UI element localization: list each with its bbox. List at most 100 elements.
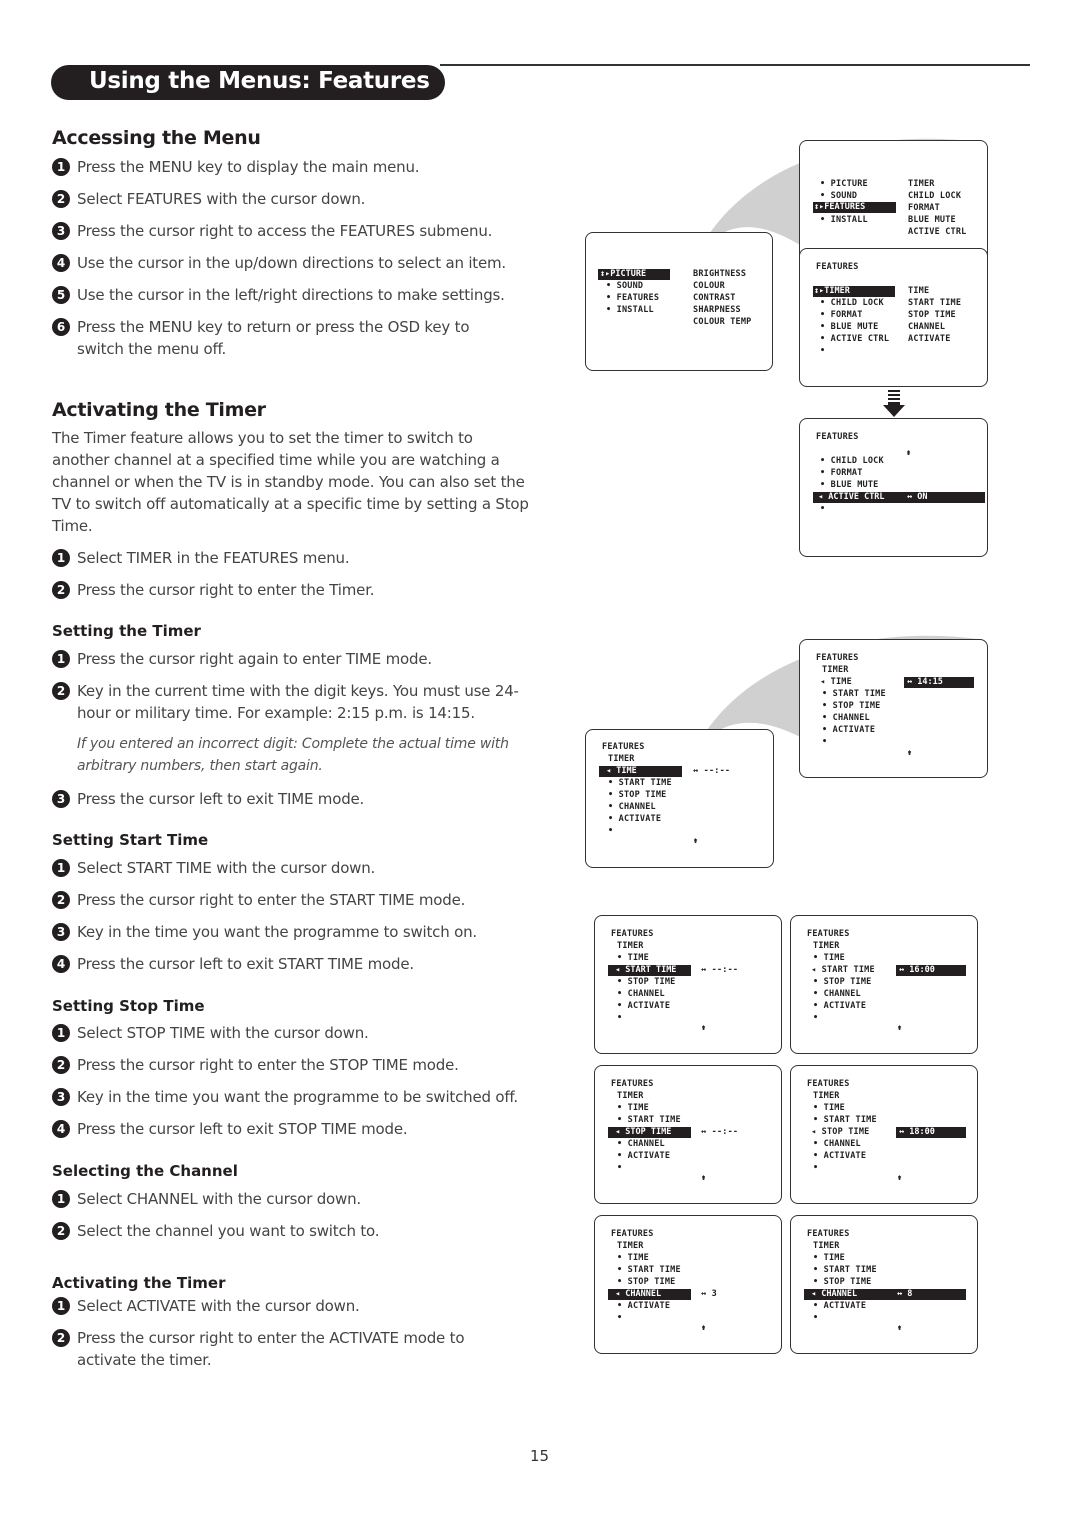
heading-activating-timer: Activating the Timer (52, 399, 266, 421)
osd-value: ↔ --:-- (701, 965, 739, 975)
note-incorrect-digit: If you entered an incorrect digit: Compl… (77, 736, 509, 774)
osd-item: • CHANNEL (822, 713, 870, 723)
step: 2 Press the cursor right to enter the STA… (52, 889, 532, 911)
osd-screen-stop-time-empty: FEATURES TIMER • TIME • START TIME ◂ STO… (594, 1065, 782, 1204)
osd-item: • (813, 1313, 819, 1323)
osd-item: ◂ START TIME (811, 965, 875, 975)
scroll-down-icon: ⇟ (701, 1173, 707, 1183)
osd-screen-timer-time-set: FEATURES TIMER ◂ TIME ↔ 14:15 • START TI… (799, 639, 988, 778)
osd-screen-timer-time-empty: FEATURES TIMER ◂ TIME ↔ --:-- • START TI… (585, 729, 774, 868)
osd-item: • (608, 826, 614, 836)
osd-selected-item: ◂ ACTIVE CTRL (818, 492, 885, 502)
heading-start-time: Setting Start Time (52, 831, 209, 849)
osd-item: • ACTIVE CTRL (820, 334, 890, 344)
osd-item: • (813, 1163, 819, 1173)
osd-item: • START TIME (813, 1265, 877, 1275)
osd-item: • CHANNEL (813, 1139, 861, 1149)
osd-subitem: CHILD LOCK (908, 191, 962, 201)
osd-subtitle: TIMER (813, 941, 840, 951)
header-rule (440, 64, 1030, 66)
arrow-down-icon (883, 390, 905, 417)
osd-screen-start-time-set: FEATURES TIMER • TIME ◂ START TIME ↔ 16:… (790, 915, 978, 1054)
osd-subtitle: TIMER (822, 665, 849, 675)
osd-screen-features-submenu: FEATURES ↕▸TIMER • CHILD LOCK • FORMAT •… (799, 248, 988, 387)
osd-item: • (617, 1313, 623, 1323)
osd-item: • ACTIVATE (608, 814, 662, 824)
osd-subtitle: TIMER (813, 1241, 840, 1251)
page-title-banner: Using the Menus: Features (51, 65, 445, 100)
intro-paragraph: The Timer feature allows you to set the … (52, 429, 529, 535)
step: 1 Select CHANNEL with the cursor down. (52, 1188, 532, 1210)
osd-item: • START TIME (617, 1115, 681, 1125)
osd-title: FEATURES (611, 1079, 654, 1089)
osd-subitem: START TIME (908, 298, 962, 308)
osd-item: • TIME (813, 1253, 845, 1263)
osd-subitem: STOP TIME (908, 310, 956, 320)
scroll-down-icon: ⇟ (897, 1323, 903, 1333)
step: 6 Press the MENU key to return or press t… (52, 316, 502, 360)
osd-subitem: FORMAT (908, 203, 940, 213)
osd-screen-channel-b: FEATURES TIMER • TIME • START TIME • STO… (790, 1215, 978, 1354)
osd-item: • STOP TIME (617, 1277, 676, 1287)
step: 3 Key in the time you want the programme … (52, 1086, 552, 1108)
osd-subtitle: TIMER (617, 941, 644, 951)
osd-title: FEATURES (807, 1079, 850, 1089)
osd-subtitle: TIMER (813, 1091, 840, 1101)
step: 3 Press the cursor right to access the FE… (52, 220, 532, 242)
osd-item: • CHILD LOCK (820, 298, 884, 308)
osd-item: • CHILD LOCK (820, 456, 884, 466)
page-title: Using the Menus: Features (89, 68, 430, 94)
step: 2 Press the cursor right to enter the Tim… (52, 579, 532, 601)
osd-time-value: ↔ 18:00 (899, 1127, 935, 1137)
osd-selected-item: ↕▸PICTURE (600, 269, 647, 279)
osd-title: FEATURES (611, 929, 654, 939)
osd-screen-active-ctrl: FEATURES ⇞ • CHILD LOCK • FORMAT • BLUE … (799, 418, 988, 557)
step: 2 Select the channel you want to switch t… (52, 1220, 532, 1242)
osd-item: • TIME (813, 1103, 845, 1113)
step: 2 Press the cursor right to enter the STO… (52, 1054, 532, 1076)
osd-item: • CHANNEL (813, 989, 861, 999)
osd-item: • (813, 1013, 819, 1023)
osd-time-value: ↔ 14:15 (907, 677, 943, 687)
osd-item: • (617, 1163, 623, 1173)
heading-setting-timer: Setting the Timer (52, 622, 201, 640)
osd-subitem: SHARPNESS (693, 305, 741, 315)
step: 4 Press the cursor left to exit STOP TIME… (52, 1118, 532, 1140)
osd-item: ◂ STOP TIME (811, 1127, 870, 1137)
osd-screen-channel-a: FEATURES TIMER • TIME • START TIME • STO… (594, 1215, 782, 1354)
step: 2 Key in the current time with the digit … (52, 680, 522, 724)
osd-value: ↔ --:-- (693, 766, 731, 776)
step: 3 Press the cursor left to exit TIME mode… (52, 788, 532, 810)
osd-item: • TIME (617, 1103, 649, 1113)
step: 4 Press the cursor left to exit START TIM… (52, 953, 532, 975)
osd-selected-value: ↔ ON (907, 492, 928, 502)
osd-subitem: TIME (908, 286, 930, 296)
osd-item: • STOP TIME (813, 1277, 872, 1287)
osd-selected-item: ↕▸TIMER (814, 286, 850, 296)
step: 2 Press the cursor right to enter the ACT… (52, 1327, 502, 1371)
osd-item: • CHANNEL (617, 1139, 665, 1149)
osd-time-value: ↔ 16:00 (899, 965, 935, 975)
osd-selected-item: ↕▸FEATURES (814, 202, 866, 212)
osd-item: • BLUE MUTE (820, 480, 879, 490)
osd-item: • CHANNEL (608, 802, 656, 812)
osd-item: • START TIME (822, 689, 886, 699)
osd-title: FEATURES (807, 929, 850, 939)
osd-subtitle: TIMER (608, 754, 635, 764)
osd-item: • ACTIVATE (813, 1301, 867, 1311)
osd-title: FEATURES (807, 1229, 850, 1239)
osd-subitem: COLOUR (693, 281, 725, 291)
osd-title: FEATURES (816, 432, 859, 442)
osd-subtitle: TIMER (617, 1241, 644, 1251)
osd-item: • START TIME (608, 778, 672, 788)
osd-subitem: TIMER (908, 179, 935, 189)
step: 1 Select START TIME with the cursor down. (52, 857, 532, 879)
osd-value: ↔ --:-- (701, 1127, 739, 1137)
osd-item: • TIME (617, 1253, 649, 1263)
osd-item: • ACTIVATE (822, 725, 876, 735)
osd-item: • (822, 737, 828, 747)
osd-item: • STOP TIME (617, 977, 676, 987)
osd-subitem: BRIGHTNESS (693, 269, 747, 279)
osd-selected-item: ◂ START TIME (615, 965, 677, 975)
step: 1 Press the MENU key to display the main … (52, 156, 532, 178)
